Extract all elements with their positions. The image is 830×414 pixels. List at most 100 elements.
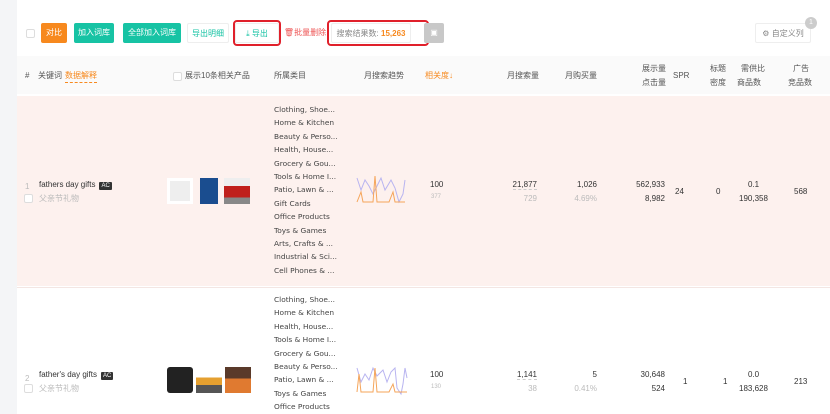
keyword-translation: 父亲节礼物 xyxy=(39,194,79,203)
category-item[interactable]: Toys & Games xyxy=(274,224,338,237)
export-detail-button[interactable]: 导出明细 xyxy=(187,23,229,43)
col-title-density[interactable]: 标题 xyxy=(710,63,726,75)
trash-icon: 🗑 xyxy=(283,28,295,37)
table-row[interactable]: 1 fathers day gifts AC 父亲节礼物 Clothing, Sh… xyxy=(17,96,830,286)
category-item[interactable]: Beauty & Perso... xyxy=(274,130,338,143)
impressions-value: 30,648 xyxy=(640,370,665,379)
category-item[interactable]: Home & Kitchen xyxy=(274,306,338,319)
table-row[interactable]: 2 father's day gifts AC 父亲节礼物 Clothing, S… xyxy=(17,287,830,414)
col-supply-ratio[interactable]: 需供比 xyxy=(741,63,765,75)
col-ads-2: 竞品数 xyxy=(788,78,812,87)
show-products-checkbox[interactable] xyxy=(173,72,182,81)
monthly-search-value[interactable]: 1,141 xyxy=(516,370,537,380)
category-item[interactable]: Health, House... xyxy=(274,143,338,156)
clicks-value: 524 xyxy=(651,384,665,393)
category-list: Clothing, Shoe... Home & Kitchen Beauty & … xyxy=(274,103,338,277)
add-to-library-button[interactable]: 加入词库 xyxy=(74,23,114,43)
row-checkbox[interactable] xyxy=(24,194,33,203)
category-item[interactable]: Office Products xyxy=(274,400,338,413)
category-item[interactable]: Gift Cards xyxy=(274,197,338,210)
keyword-cell: father's day gifts AC xyxy=(39,370,114,380)
product-thumbnail[interactable] xyxy=(225,367,251,393)
category-item[interactable]: Tools & Home I... xyxy=(274,170,338,183)
col-spr[interactable]: SPR xyxy=(673,70,689,82)
trend-line-search xyxy=(356,176,406,204)
category-list: Clothing, Shoe... Home & Kitchen Health, H… xyxy=(274,293,338,414)
col-relevance-sort[interactable]: 相关度↓ xyxy=(425,70,453,82)
trend-sparkline[interactable] xyxy=(355,366,415,398)
col-impressions[interactable]: 展示量 xyxy=(642,63,666,75)
product-thumbnail[interactable] xyxy=(196,367,222,393)
col-product-count[interactable]: 商品数 xyxy=(737,77,761,89)
product-thumbnail[interactable] xyxy=(200,178,218,204)
ac-badge: AC xyxy=(101,372,114,380)
impressions-value: 562,933 xyxy=(636,180,665,189)
keyword-link[interactable]: father's day gifts xyxy=(39,370,97,379)
col-trend: 月搜索趋势 xyxy=(364,71,404,80)
category-item[interactable]: Arts, Crafts & ... xyxy=(274,237,338,250)
col-category: 所属类目 xyxy=(274,71,306,80)
purchase-rate: 4.69% xyxy=(574,194,597,203)
category-item[interactable]: Patio, Lawn & ... xyxy=(274,183,338,196)
ads-count-value: 213 xyxy=(794,377,808,386)
category-item[interactable]: Cell Phones & ... xyxy=(274,264,338,277)
ac-badge: AC xyxy=(99,182,112,190)
col-keyword: 关键词 xyxy=(38,71,62,80)
spr-value: 24 xyxy=(675,187,684,196)
product-thumbnail[interactable] xyxy=(167,178,193,204)
category-item[interactable]: Clothing, Shoe... xyxy=(274,103,338,116)
ads-count-value: 568 xyxy=(794,187,808,196)
compare-button[interactable]: 对比 xyxy=(41,23,67,43)
highlight-box xyxy=(327,20,429,46)
batch-delete-button[interactable]: 🗑批量删除 xyxy=(283,23,327,43)
copy-button[interactable]: ▣ xyxy=(424,23,444,43)
row-index: 1 xyxy=(25,182,30,191)
select-all-checkbox[interactable] xyxy=(26,29,35,38)
category-item[interactable]: Toys & Games xyxy=(274,387,338,400)
product-count-value: 190,358 xyxy=(739,194,768,203)
clicks-value: 8,982 xyxy=(644,194,665,203)
row-index: 2 xyxy=(25,374,30,383)
category-item[interactable]: Clothing, Shoe... xyxy=(274,293,338,306)
col-monthly-purchase[interactable]: 月购买量 xyxy=(565,70,597,82)
col-title-density-2: 密度 xyxy=(710,78,726,87)
category-item[interactable]: Home & Kitchen xyxy=(274,116,338,129)
purchase-rate: 0.41% xyxy=(574,384,597,393)
relevance-sub: 130 xyxy=(431,384,442,390)
row-checkbox[interactable] xyxy=(24,384,33,393)
highlight-box xyxy=(233,20,281,46)
product-thumbnail[interactable] xyxy=(167,367,193,393)
table-header: # 关键词 数据解释 展示10条相关产品 所属类目 月搜索趋势 相关度↓ 月搜索… xyxy=(17,56,830,94)
category-item[interactable]: Beauty & Perso... xyxy=(274,360,338,373)
category-item[interactable]: Grocery & Gou... xyxy=(274,157,338,170)
category-item[interactable]: Grocery & Gou... xyxy=(274,347,338,360)
count-badge: 1 xyxy=(805,17,817,29)
category-item[interactable]: Patio, Lawn & ... xyxy=(274,373,338,386)
monthly-purchase-value: 5 xyxy=(592,370,597,379)
category-item[interactable]: Industrial & Sci... xyxy=(274,250,338,263)
col-monthly-search[interactable]: 月搜索量 xyxy=(507,70,539,82)
custom-columns-button[interactable]: ⚙ 自定义列 xyxy=(755,23,811,43)
monthly-search-value[interactable]: 21,877 xyxy=(512,180,537,190)
category-item[interactable]: Health, House... xyxy=(274,320,338,333)
supply-ratio-value: 0.1 xyxy=(748,180,760,189)
col-index: # xyxy=(25,71,30,80)
supply-ratio-value: 0.0 xyxy=(748,370,760,379)
col-ads[interactable]: 广告 xyxy=(793,63,809,75)
product-thumbnail[interactable] xyxy=(224,178,250,204)
col-clicks[interactable]: 点击量 xyxy=(642,77,666,89)
data-explain-link[interactable]: 数据解释 xyxy=(65,70,97,83)
relevance-sub: 377 xyxy=(431,194,442,200)
relevance-value: 100 xyxy=(430,180,444,189)
add-all-button[interactable]: 全部加入词库 xyxy=(123,23,181,43)
category-item[interactable]: Tools & Home I... xyxy=(274,333,338,346)
category-item[interactable]: Office Products xyxy=(274,210,338,223)
trend-sparkline[interactable] xyxy=(355,176,415,206)
keyword-translation: 父亲节礼物 xyxy=(39,384,79,393)
keyword-link[interactable]: fathers day gifts xyxy=(39,180,95,189)
monthly-purchase-value: 1,026 xyxy=(576,180,597,189)
title-density-value: 0 xyxy=(716,187,721,196)
monthly-search-sub: 38 xyxy=(528,384,537,393)
main-panel: 对比 加入词库 全部加入词库 导出明细 ⤓ 导出 🗑批量删除 搜索结果数: 15… xyxy=(17,0,830,414)
title-density-value: 1 xyxy=(723,377,728,386)
